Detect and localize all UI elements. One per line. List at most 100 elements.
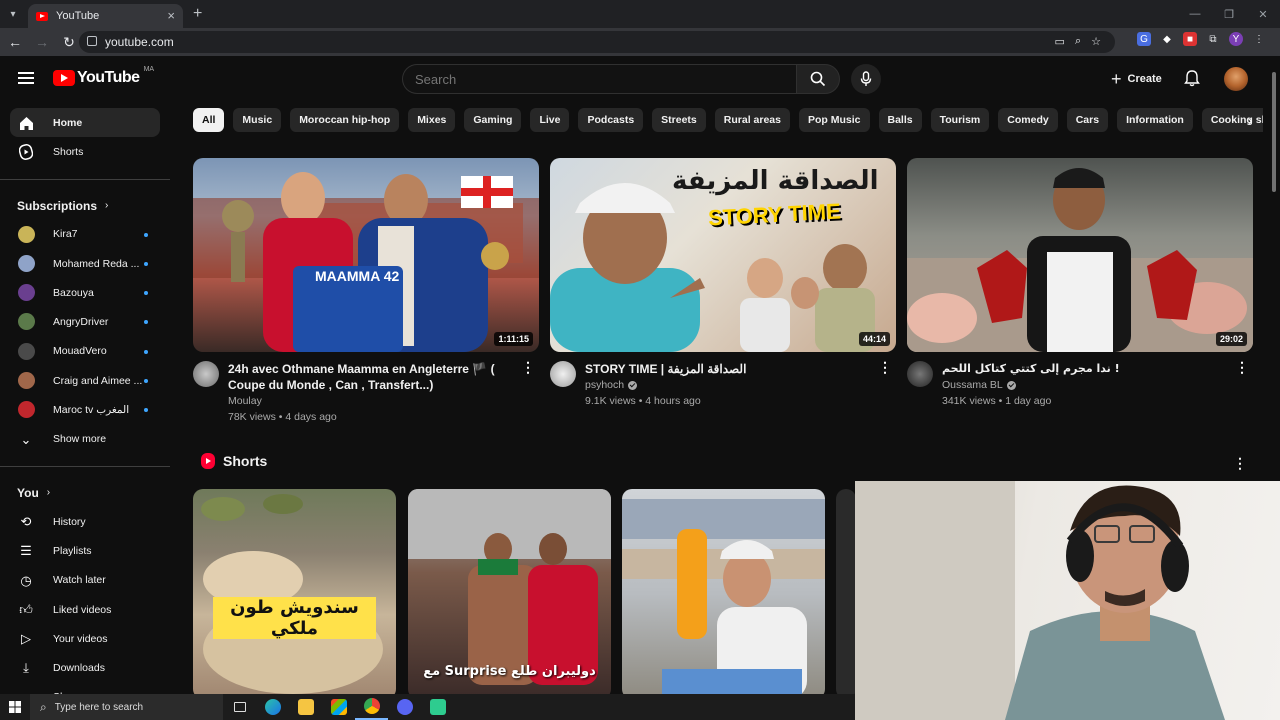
subscription-item[interactable]: Bazouya [10, 278, 160, 307]
short-card[interactable]: دوليبران طلع Surprise مع [408, 489, 611, 699]
edge-button[interactable] [256, 694, 289, 720]
new-tab-button[interactable]: + [193, 0, 202, 28]
back-icon[interactable]: ← [3, 34, 27, 50]
subscriptions-heading[interactable]: Subscriptions › [0, 192, 170, 220]
site-info-icon[interactable] [87, 36, 97, 46]
tab-close-icon[interactable]: × [167, 8, 175, 23]
filter-chip[interactable]: Music [233, 108, 282, 132]
subscription-item[interactable]: Maroc tv المغرب [10, 395, 160, 424]
chips-next-arrow-icon[interactable]: › [1240, 108, 1260, 132]
video-thumbnail[interactable]: الصداقة المزيفة STORY TIME 44:14 [550, 158, 896, 352]
sidebar-item-home[interactable]: Home [10, 108, 160, 138]
video-card[interactable]: الصداقة المزيفة STORY TIME 44:14 STORY T… [550, 158, 896, 418]
subscription-item[interactable]: Craig and Aimee ... [10, 366, 160, 395]
tab-search-button[interactable]: ▾ [0, 0, 26, 28]
sidebar-item-shorts[interactable]: Shorts [10, 137, 160, 166]
extensions-puzzle-icon[interactable]: ⧉ [1206, 32, 1220, 46]
short-card[interactable]: سندويش طون ملكي [193, 489, 396, 699]
video-title[interactable]: STORY TIME | الصداقة المزيفة [585, 361, 875, 377]
channel-name[interactable]: psyhoch [585, 379, 624, 391]
cast-icon[interactable]: ▭ [1055, 35, 1065, 48]
notifications-button[interactable] [1184, 69, 1200, 92]
show-more-subscriptions[interactable]: ⌄ Show more [10, 425, 160, 454]
forward-icon[interactable]: → [30, 34, 54, 50]
subscription-item[interactable]: Kira7 [10, 220, 160, 249]
video-thumbnail[interactable]: 29:02 [907, 158, 1253, 352]
channel-avatar [18, 372, 35, 390]
close-window-icon[interactable]: ✕ [1246, 0, 1280, 28]
more-actions-icon[interactable]: ⋮ [521, 360, 535, 374]
menu-icon[interactable] [18, 72, 34, 84]
filter-chip[interactable]: Podcasts [578, 108, 644, 132]
filter-chip[interactable]: Comedy [998, 108, 1058, 132]
filter-chip[interactable]: Streets [652, 108, 706, 132]
chrome-button[interactable] [355, 694, 388, 720]
video-card[interactable]: 29:02 ! ندا مجرم إلى كتتي كتاكل اللحم Ou… [907, 158, 1253, 418]
taskbar-search[interactable]: ⌕ Type here to search [30, 694, 223, 720]
sidebar-item-downloads[interactable]: ⤓ Downloads [10, 653, 160, 682]
video-card[interactable]: MAAMMA 42 1:11:15 24h avec Othmane Maamm… [193, 158, 539, 423]
subscription-item[interactable]: Mohamed Reda ... [10, 249, 160, 278]
restore-icon[interactable]: ❐ [1212, 0, 1246, 28]
filter-chip[interactable]: Tourism [930, 108, 990, 132]
voice-search-button[interactable] [851, 64, 881, 94]
sidebar-item-your-videos[interactable]: ▷ Your videos [10, 624, 160, 653]
page-scrollbar[interactable] [1270, 60, 1278, 694]
filter-chip[interactable]: Rural areas [714, 108, 790, 132]
channel-avatar[interactable] [550, 361, 576, 387]
browser-tab[interactable]: YouTube × [28, 4, 183, 28]
task-view-button[interactable] [223, 694, 256, 720]
create-button[interactable]: + Create [1102, 64, 1171, 94]
short-card[interactable] [622, 489, 825, 699]
subscription-item[interactable]: AngryDriver [10, 307, 160, 336]
address-bar[interactable]: youtube.com ▭ ⌕ ☆ [79, 31, 1115, 53]
more-actions-icon[interactable]: ⋮ [878, 360, 892, 374]
extension-red-icon[interactable]: ■ [1183, 32, 1197, 46]
filter-chip[interactable]: Information [1117, 108, 1193, 132]
minimize-icon[interactable]: — [1178, 0, 1212, 28]
filter-chip[interactable]: Cars [1066, 108, 1109, 132]
account-avatar[interactable] [1224, 67, 1248, 91]
filter-chip[interactable]: All [193, 108, 225, 132]
start-button[interactable] [0, 694, 30, 720]
sidebar-item-playlists[interactable]: ☰ Playlists [10, 536, 160, 565]
file-explorer-button[interactable] [289, 694, 322, 720]
filter-chip[interactable]: Mixes [408, 108, 456, 132]
discord-button[interactable] [388, 694, 421, 720]
filter-chip[interactable]: Gaming [464, 108, 522, 132]
bookmark-star-icon[interactable]: ☆ [1091, 35, 1101, 48]
sidebar-item-watch-later[interactable]: ◷ Watch later [10, 566, 160, 595]
more-actions-icon[interactable]: ⋮ [1235, 360, 1249, 374]
scrollbar-thumb[interactable] [1272, 72, 1276, 192]
search-button[interactable] [796, 64, 840, 94]
url-text: youtube.com [105, 35, 174, 49]
filter-chip[interactable]: Live [530, 108, 570, 132]
channel-name[interactable]: Moulay [228, 395, 262, 407]
video-thumbnail[interactable]: MAAMMA 42 1:11:15 [193, 158, 539, 352]
reload-icon[interactable]: ↻ [57, 34, 81, 51]
sidebar-item-history[interactable]: ⟲ History [10, 507, 160, 536]
youtube-logo[interactable]: YouTube MA [53, 66, 154, 87]
video-title[interactable]: 24h avec Othmane Maamma en Angleterre 🏴 … [228, 361, 518, 393]
video-title[interactable]: ! ندا مجرم إلى كتتي كتاكل اللحم [942, 361, 1232, 377]
channel-name[interactable]: Oussama BL [942, 379, 1003, 391]
shorts-more-icon[interactable]: ⋮ [1233, 455, 1247, 472]
short-card-partial[interactable] [836, 489, 856, 699]
channel-avatar[interactable] [193, 361, 219, 387]
app-button[interactable] [421, 694, 454, 720]
sidebar-item-liked-videos[interactable]: 👍︎ Liked videos [10, 595, 160, 624]
you-heading[interactable]: You › [0, 479, 170, 507]
translate-extension-icon[interactable]: G [1137, 32, 1151, 46]
filter-chip[interactable]: Balls [878, 108, 922, 132]
extension-diamond-icon[interactable]: ◆ [1160, 32, 1174, 46]
browser-menu-icon[interactable]: ⋮ [1252, 32, 1266, 46]
zoom-icon[interactable]: ⌕ [1075, 35, 1081, 48]
subscription-item[interactable]: MouadVero [10, 337, 160, 366]
filter-chip[interactable]: Pop Music [798, 108, 870, 132]
search-input[interactable] [402, 64, 796, 94]
store-button[interactable] [322, 694, 355, 720]
filter-chip[interactable]: Moroccan hip-hop [290, 108, 400, 132]
sidebar-item-show-more[interactable]: ⌄Show more [10, 683, 160, 694]
channel-avatar[interactable] [907, 361, 933, 387]
profile-avatar[interactable]: Y [1229, 32, 1243, 46]
